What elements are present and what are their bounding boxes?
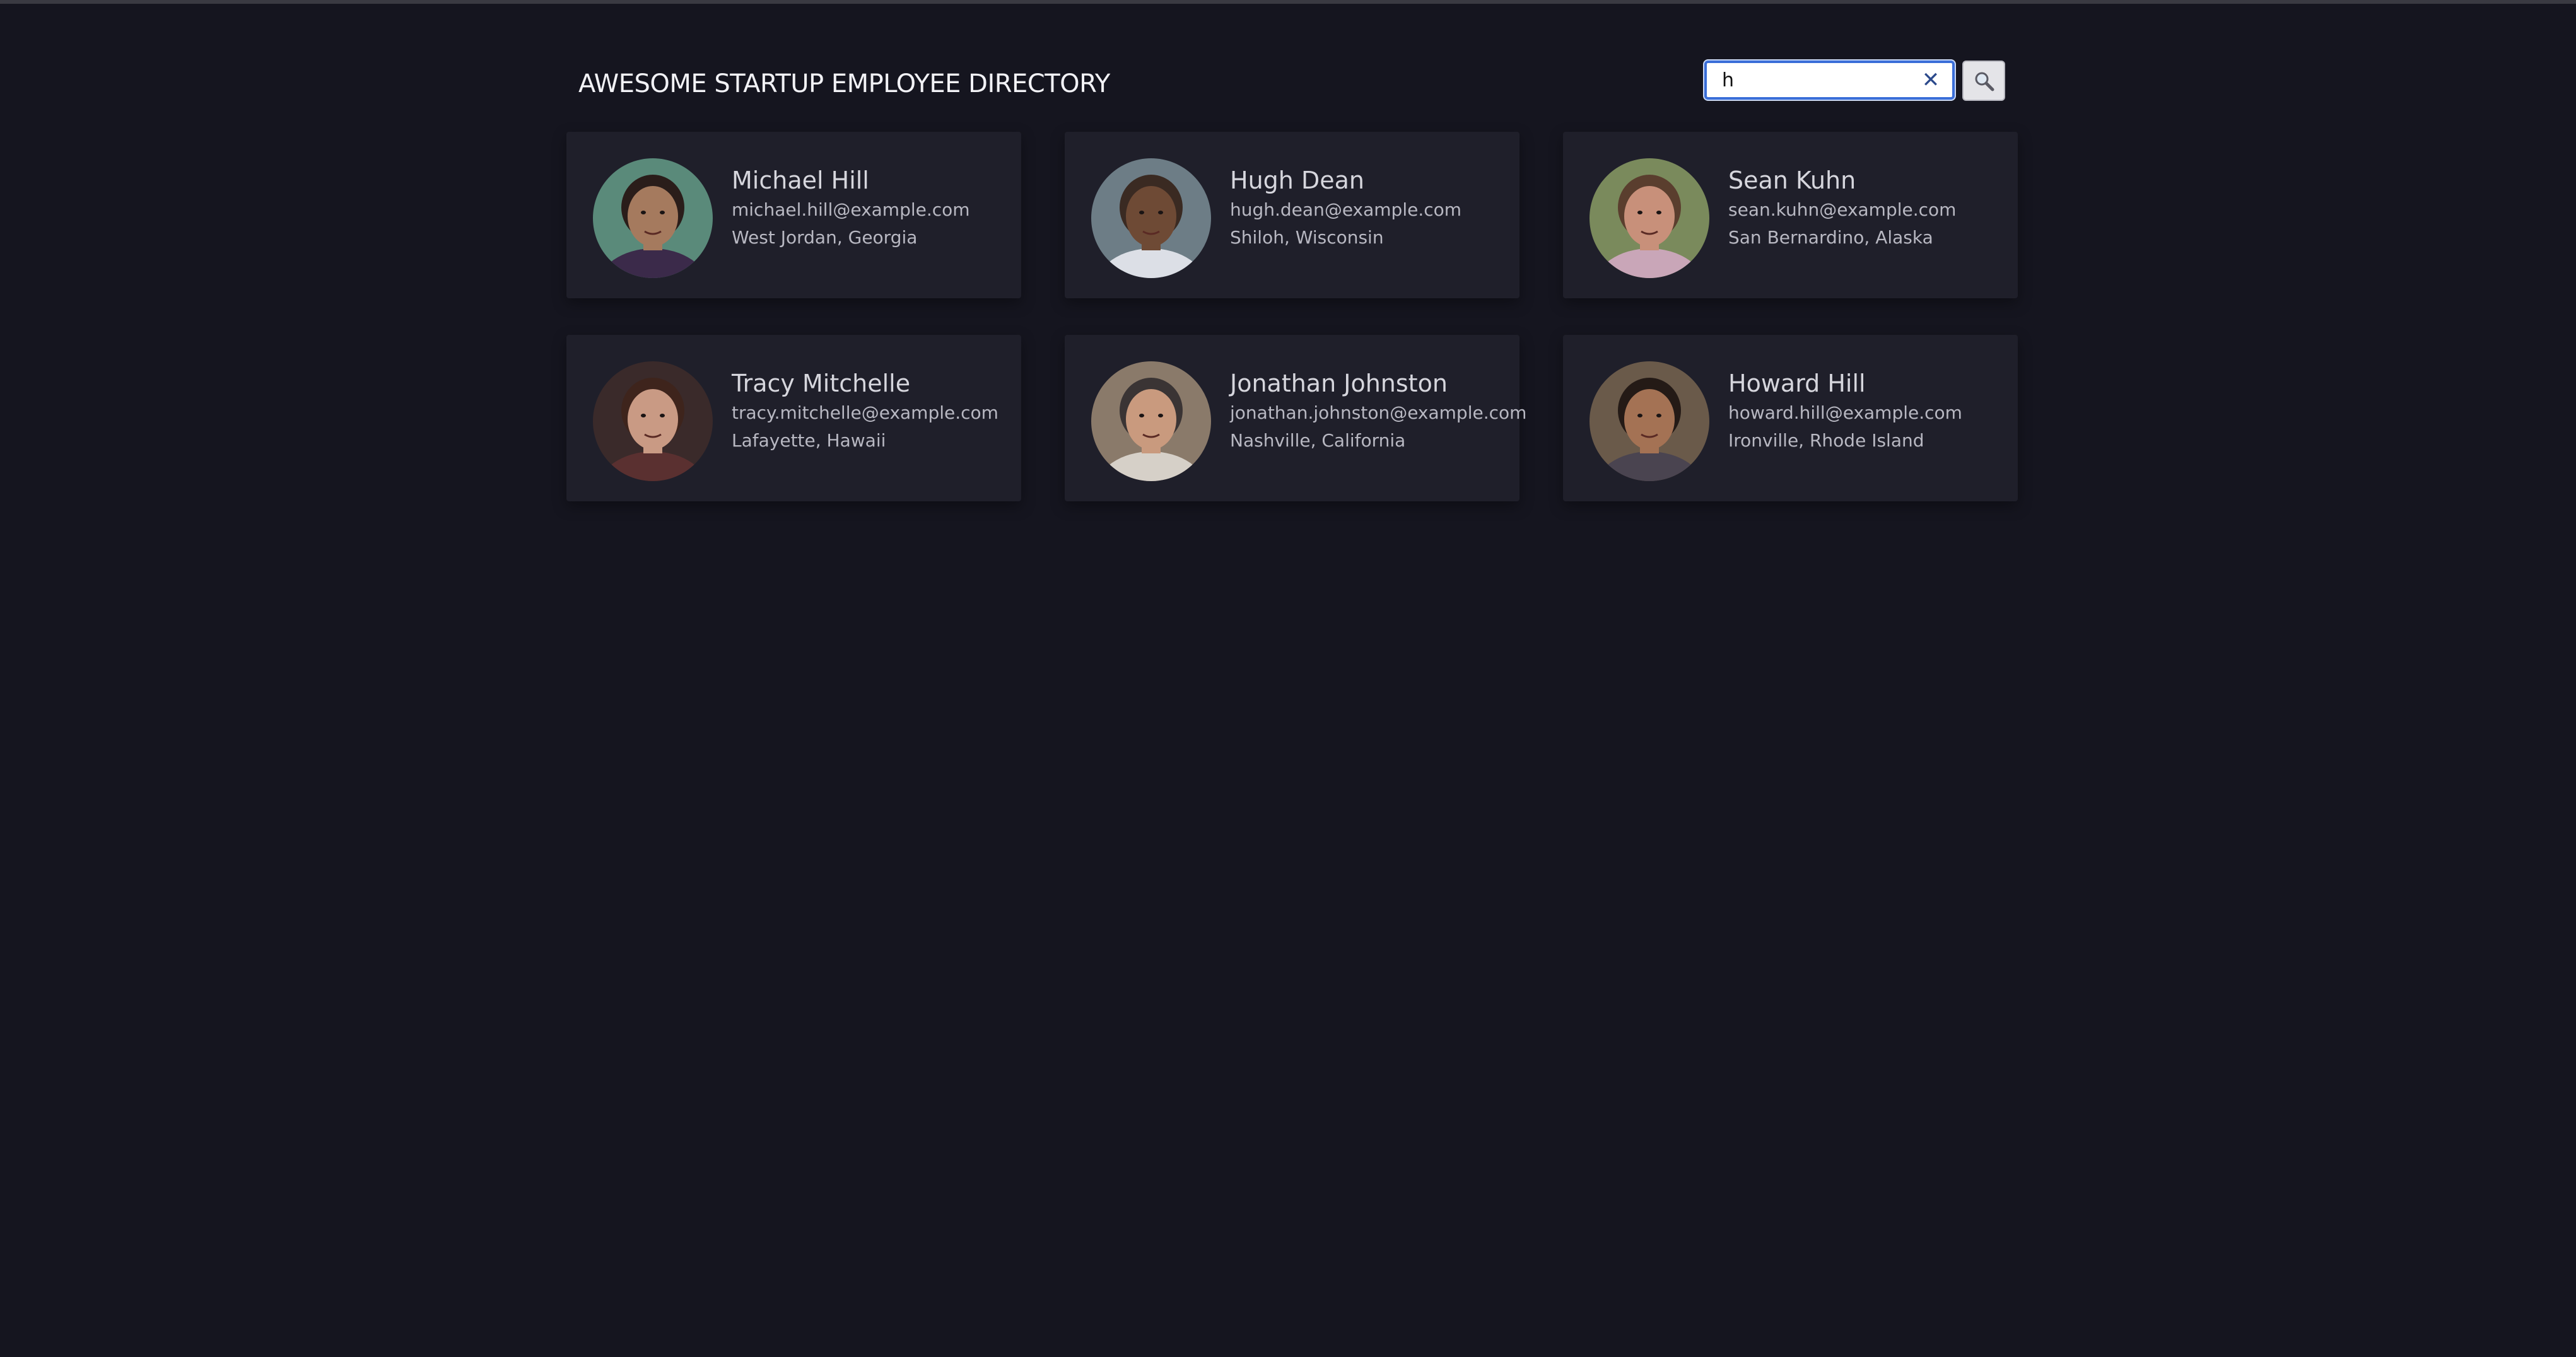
employee-name: Tracy Mitchelle <box>732 370 911 397</box>
employee-email: tracy.mitchelle@example.com <box>732 402 998 423</box>
search-input[interactable] <box>1722 68 1911 92</box>
employee-info: Howard Hill howard.hill@example.com Iron… <box>1728 368 2012 455</box>
employee-email: jonathan.johnston@example.com <box>1230 402 1527 423</box>
avatar-image <box>593 361 713 481</box>
employee-name: Hugh Dean <box>1230 166 1364 194</box>
search-button[interactable] <box>1962 61 2005 101</box>
employee-location: West Jordan, Georgia <box>732 227 918 248</box>
employee-card[interactable]: Tracy Mitchelle tracy.mitchelle@example.… <box>566 335 1021 501</box>
search-form: ✕ <box>1704 61 2005 103</box>
employee-info: Hugh Dean hugh.dean@example.com Shiloh, … <box>1230 165 1514 252</box>
employee-card[interactable]: Hugh Dean hugh.dean@example.com Shiloh, … <box>1065 132 1519 298</box>
close-icon[interactable]: ✕ <box>1919 68 1943 92</box>
employee-location: San Bernardino, Alaska <box>1728 227 1933 248</box>
search-box[interactable]: ✕ <box>1704 61 1955 100</box>
employee-name: Michael Hill <box>732 166 869 194</box>
header: AWESOME STARTUP EMPLOYEE DIRECTORY ✕ <box>578 61 2005 111</box>
employee-card[interactable]: Michael Hill michael.hill@example.com We… <box>566 132 1021 298</box>
avatar <box>1590 158 1709 278</box>
employee-email: michael.hill@example.com <box>732 199 970 220</box>
employee-location: Lafayette, Hawaii <box>732 430 886 451</box>
employee-card[interactable]: Jonathan Johnston jonathan.johnston@exam… <box>1065 335 1527 501</box>
avatar <box>1590 361 1709 481</box>
avatar <box>593 361 713 481</box>
avatar-image <box>1590 361 1709 481</box>
employee-info: Michael Hill michael.hill@example.com We… <box>732 165 1016 252</box>
employee-card[interactable]: Sean Kuhn sean.kuhn@example.com San Bern… <box>1563 132 2018 298</box>
page-title: AWESOME STARTUP EMPLOYEE DIRECTORY <box>578 69 1110 98</box>
avatar-image <box>593 158 713 278</box>
employee-info: Tracy Mitchelle tracy.mitchelle@example.… <box>732 368 1016 455</box>
employee-name: Howard Hill <box>1728 370 1866 397</box>
employee-info: Jonathan Johnston jonathan.johnston@exam… <box>1230 368 1527 455</box>
employee-location: Nashville, California <box>1230 430 1406 451</box>
employee-email: howard.hill@example.com <box>1728 402 1962 423</box>
page: AWESOME STARTUP EMPLOYEE DIRECTORY ✕ <box>0 4 2576 1357</box>
employee-name: Sean Kuhn <box>1728 166 1856 194</box>
avatar <box>1091 361 1211 481</box>
avatar-image <box>1091 361 1211 481</box>
avatar <box>593 158 713 278</box>
avatar-image <box>1590 158 1709 278</box>
employee-location: Ironville, Rhode Island <box>1728 430 1924 451</box>
employee-card[interactable]: Howard Hill howard.hill@example.com Iron… <box>1563 335 2018 501</box>
employee-info: Sean Kuhn sean.kuhn@example.com San Bern… <box>1728 165 2012 252</box>
employee-name: Jonathan Johnston <box>1230 370 1448 397</box>
avatar <box>1091 158 1211 278</box>
employee-location: Shiloh, Wisconsin <box>1230 227 1384 248</box>
search-icon <box>1975 72 1994 91</box>
employee-email: sean.kuhn@example.com <box>1728 199 1957 220</box>
avatar-image <box>1091 158 1211 278</box>
employee-email: hugh.dean@example.com <box>1230 199 1462 220</box>
